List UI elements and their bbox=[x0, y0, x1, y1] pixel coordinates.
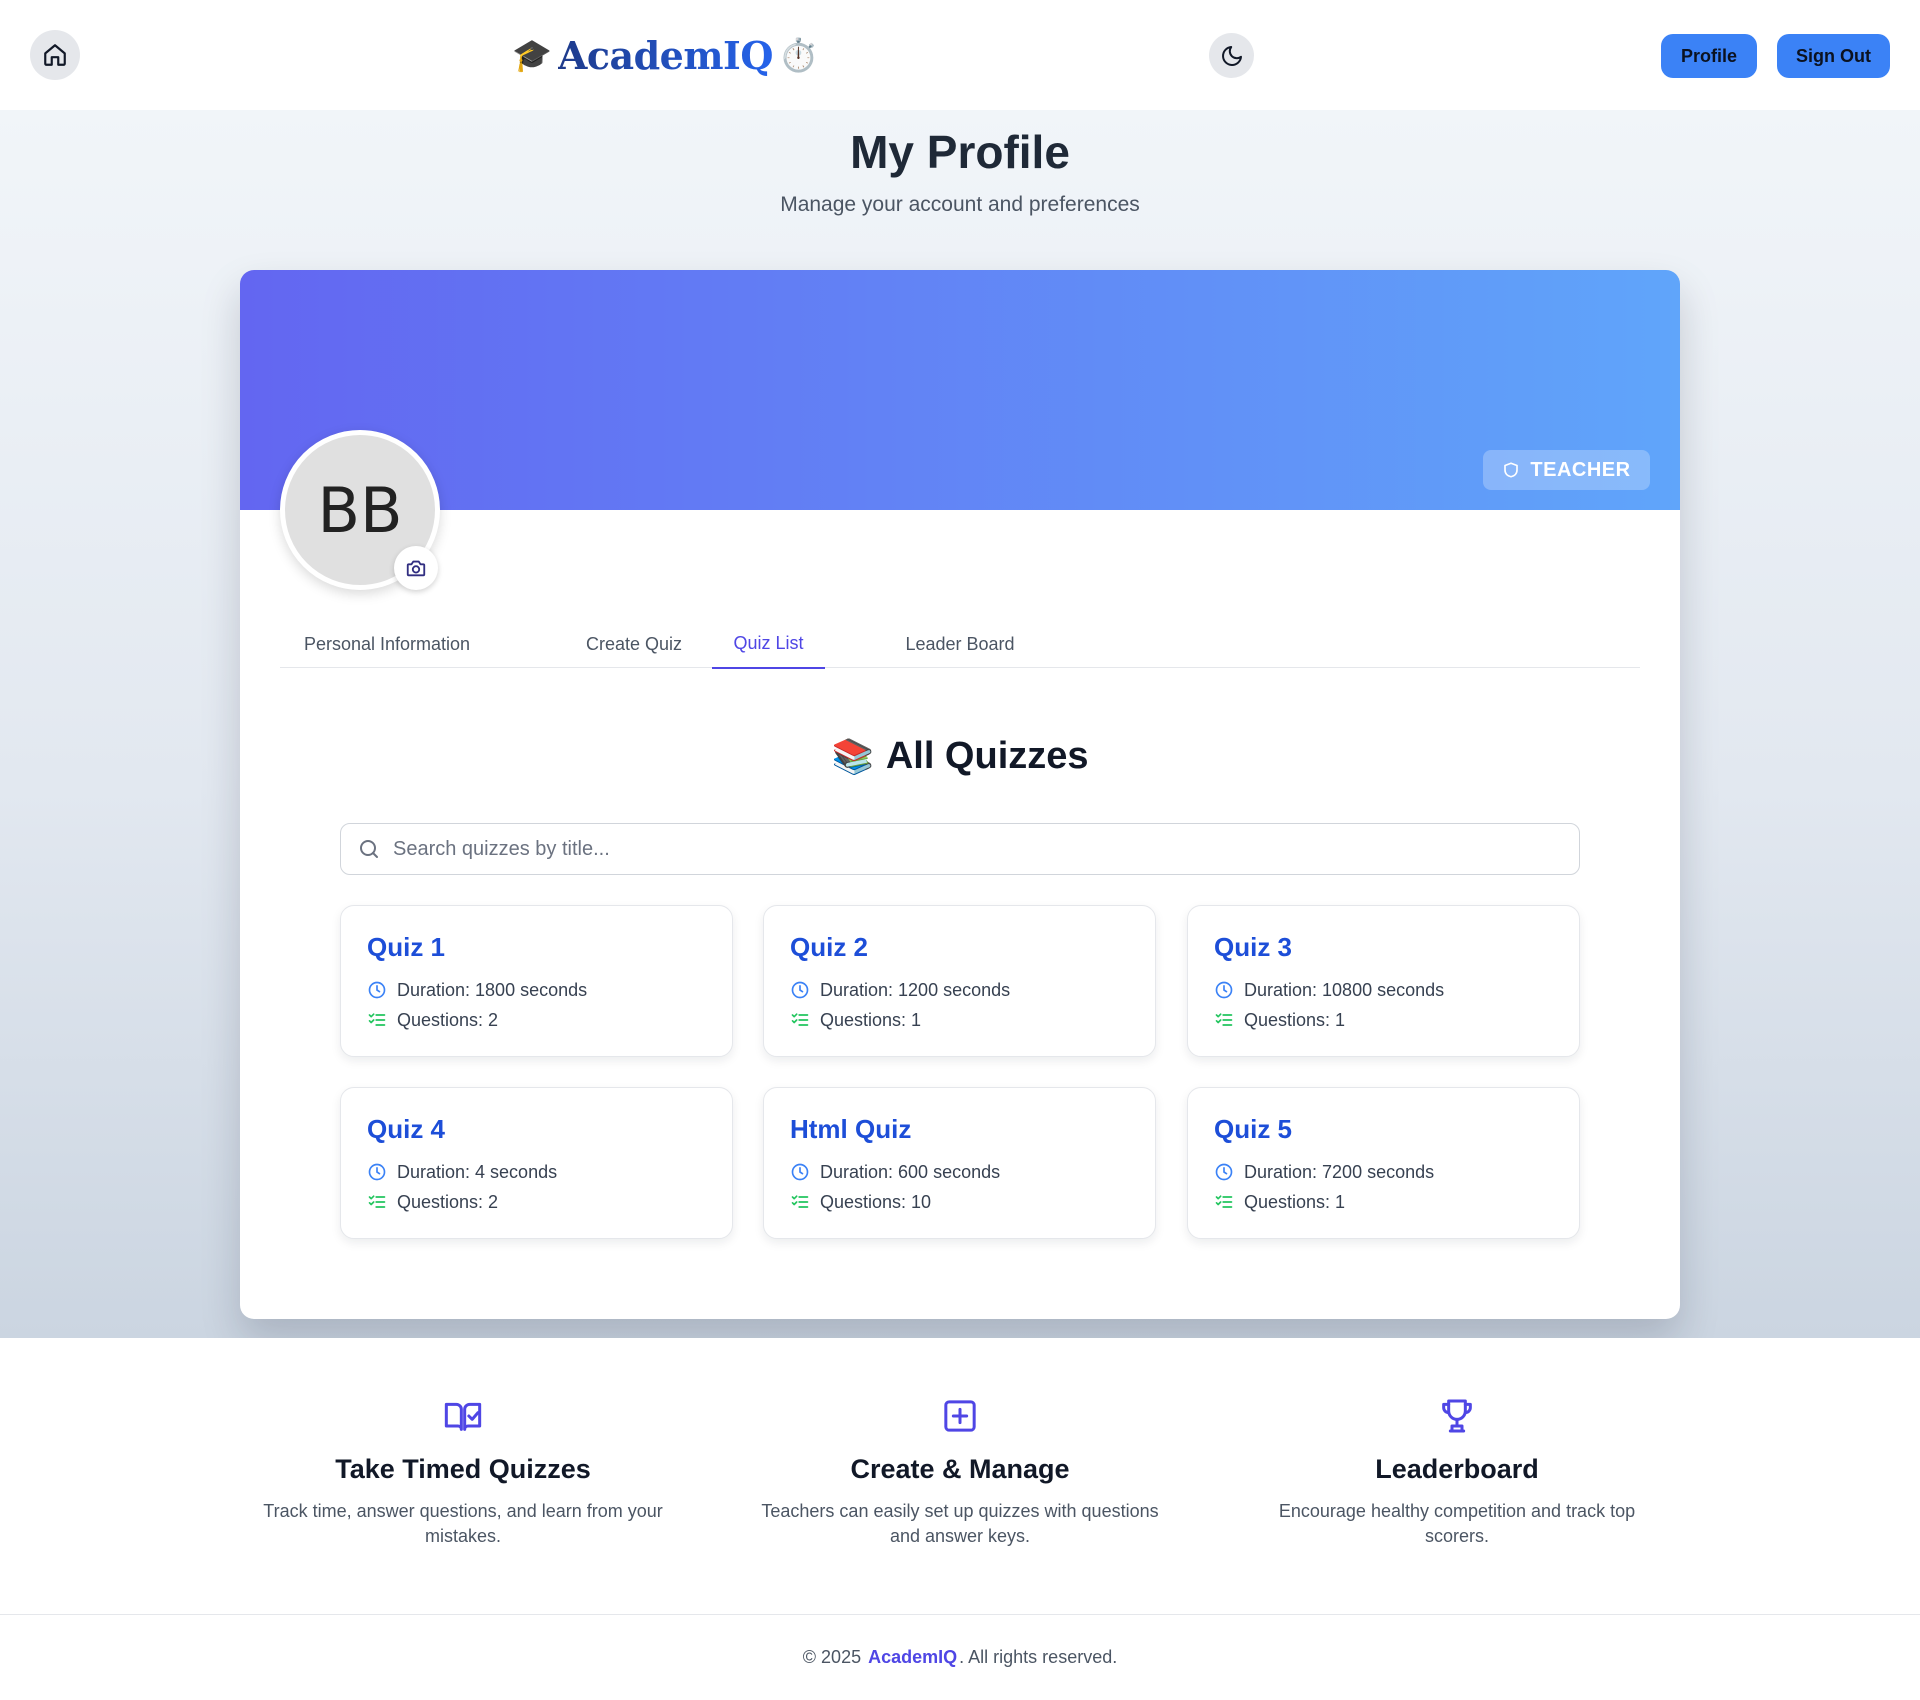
page-title: My Profile bbox=[850, 126, 1070, 178]
quiz-search-box[interactable] bbox=[340, 823, 1580, 875]
sign-out-button[interactable]: Sign Out bbox=[1777, 34, 1890, 78]
quiz-card[interactable]: Quiz 1 Duration: 1800 seconds Questions:… bbox=[340, 905, 733, 1057]
quiz-list-heading: 📚 All Quizzes bbox=[240, 735, 1680, 778]
quiz-questions: Questions: 10 bbox=[790, 1187, 1155, 1217]
quiz-questions: Questions: 1 bbox=[790, 1005, 1155, 1035]
feature-create-manage: Create & Manage Teachers can easily set … bbox=[740, 1396, 1180, 1549]
quiz-questions: Questions: 2 bbox=[367, 1005, 732, 1035]
quiz-duration-text: Duration: 7200 seconds bbox=[1244, 1161, 1435, 1182]
quiz-card[interactable]: Quiz 3 Duration: 10800 seconds Questions… bbox=[1187, 905, 1580, 1057]
feature-title: Take Timed Quizzes bbox=[335, 1454, 591, 1484]
profile-tabs: Personal Information Create Quiz Quiz Li… bbox=[280, 620, 1640, 669]
stopwatch-icon: ⏱️ bbox=[778, 37, 819, 73]
list-check-icon bbox=[791, 1013, 809, 1026]
moon-icon bbox=[1221, 45, 1242, 66]
quiz-title[interactable]: Html Quiz bbox=[790, 1114, 1155, 1145]
graduation-cap-icon: 🎓 bbox=[512, 37, 552, 73]
quiz-title[interactable]: Quiz 1 bbox=[367, 932, 732, 963]
footer-rights: . All rights reserved. bbox=[959, 1647, 1118, 1667]
clock-icon bbox=[1215, 981, 1233, 999]
quiz-questions-text: Questions: 2 bbox=[397, 1009, 499, 1030]
feature-description: Encourage healthy competition and track … bbox=[1278, 1501, 1636, 1546]
quiz-title[interactable]: Quiz 4 bbox=[367, 1114, 732, 1145]
tab-personal-information[interactable]: Personal Information bbox=[280, 620, 494, 668]
avatar-initials: BB bbox=[317, 473, 403, 547]
home-button[interactable] bbox=[30, 30, 80, 80]
list-check-icon bbox=[791, 1195, 809, 1208]
quiz-duration-text: Duration: 1800 seconds bbox=[397, 979, 588, 1000]
quiz-duration: Duration: 10800 seconds bbox=[1214, 975, 1579, 1005]
profile-card: TEACHER BB Personal Information Create Q… bbox=[240, 270, 1680, 1319]
quiz-duration: Duration: 600 seconds bbox=[790, 1157, 1155, 1187]
quiz-questions-text: Questions: 1 bbox=[1244, 1191, 1346, 1212]
feature-leaderboard: Leaderboard Encourage healthy competitio… bbox=[1237, 1396, 1677, 1549]
tab-leader-board[interactable]: Leader Board bbox=[885, 620, 1035, 668]
home-icon bbox=[44, 44, 66, 66]
role-label: TEACHER bbox=[1530, 458, 1631, 481]
theme-toggle-button[interactable] bbox=[1209, 33, 1254, 78]
plus-square-icon bbox=[944, 1400, 976, 1432]
quiz-title[interactable]: Quiz 3 bbox=[1214, 932, 1579, 963]
quiz-duration-text: Duration: 4 seconds bbox=[397, 1161, 558, 1182]
quiz-card[interactable]: Html Quiz Duration: 600 seconds Question… bbox=[763, 1087, 1156, 1239]
quiz-questions-text: Questions: 2 bbox=[397, 1191, 499, 1212]
clock-icon bbox=[1215, 1163, 1233, 1181]
list-check-icon bbox=[368, 1013, 386, 1026]
quiz-duration: Duration: 1800 seconds bbox=[367, 975, 732, 1005]
quiz-duration: Duration: 7200 seconds bbox=[1214, 1157, 1579, 1187]
quiz-questions: Questions: 1 bbox=[1214, 1005, 1579, 1035]
books-icon: 📚 bbox=[831, 738, 874, 776]
clock-icon bbox=[368, 981, 386, 999]
page-subtitle: Manage your account and preferences bbox=[780, 193, 1140, 216]
tab-create-quiz[interactable]: Create Quiz bbox=[554, 620, 714, 668]
change-avatar-button[interactable] bbox=[394, 546, 438, 590]
search-icon bbox=[360, 840, 378, 858]
quiz-questions-text: Questions: 1 bbox=[1244, 1009, 1346, 1030]
footer-copyright: © 2025 bbox=[802, 1647, 862, 1667]
feature-description: Track time, answer questions, and learn … bbox=[263, 1501, 663, 1546]
navbar: 🎓 AcademIQ ⏱️ Profile Sign Out bbox=[0, 0, 1920, 110]
quiz-duration-text: Duration: 1200 seconds bbox=[820, 979, 1011, 1000]
brand-logo[interactable]: 🎓 AcademIQ ⏱️ bbox=[512, 28, 819, 82]
tab-quiz-list[interactable]: Quiz List bbox=[712, 620, 825, 669]
book-check-icon bbox=[444, 1402, 482, 1431]
role-badge: TEACHER bbox=[1483, 450, 1650, 490]
profile-button[interactable]: Profile bbox=[1661, 34, 1757, 78]
trophy-icon bbox=[1442, 1399, 1472, 1433]
quiz-title[interactable]: Quiz 2 bbox=[790, 932, 1155, 963]
quiz-duration: Duration: 4 seconds bbox=[367, 1157, 732, 1187]
quiz-list-title: All Quizzes bbox=[885, 735, 1089, 777]
quiz-duration: Duration: 1200 seconds bbox=[790, 975, 1155, 1005]
quiz-title[interactable]: Quiz 5 bbox=[1214, 1114, 1579, 1145]
profile-banner bbox=[240, 270, 1680, 510]
clock-icon bbox=[791, 1163, 809, 1181]
camera-icon bbox=[406, 560, 426, 577]
list-check-icon bbox=[1215, 1013, 1233, 1026]
list-check-icon bbox=[368, 1195, 386, 1208]
quiz-duration-text: Duration: 600 seconds bbox=[820, 1161, 1001, 1182]
quiz-duration-text: Duration: 10800 seconds bbox=[1244, 979, 1445, 1000]
quiz-questions: Questions: 1 bbox=[1214, 1187, 1579, 1217]
feature-take-timed-quizzes: Take Timed Quizzes Track time, answer qu… bbox=[243, 1396, 683, 1549]
feature-description: Teachers can easily set up quizzes with … bbox=[761, 1501, 1159, 1546]
quiz-card[interactable]: Quiz 5 Duration: 7200 seconds Questions:… bbox=[1187, 1087, 1580, 1239]
quiz-questions-text: Questions: 10 bbox=[820, 1191, 932, 1212]
feature-title: Leaderboard bbox=[1375, 1454, 1539, 1484]
search-input[interactable] bbox=[393, 837, 1579, 861]
quiz-card[interactable]: Quiz 4 Duration: 4 seconds Questions: 2 bbox=[340, 1087, 733, 1239]
features-section: Take Timed Quizzes Track time, answer qu… bbox=[0, 1338, 1920, 1615]
shield-icon bbox=[1504, 462, 1519, 478]
quiz-questions: Questions: 2 bbox=[367, 1187, 732, 1217]
brand-name: AcademIQ bbox=[557, 32, 774, 78]
clock-icon bbox=[368, 1163, 386, 1181]
clock-icon bbox=[791, 981, 809, 999]
quiz-questions-text: Questions: 1 bbox=[820, 1009, 922, 1030]
footer-brand-link[interactable]: AcademIQ bbox=[868, 1647, 957, 1668]
quiz-card[interactable]: Quiz 2 Duration: 1200 seconds Questions:… bbox=[763, 905, 1156, 1057]
list-check-icon bbox=[1215, 1195, 1233, 1208]
feature-title: Create & Manage bbox=[850, 1454, 1070, 1484]
footer: © 2025 AcademIQ. All rights reserved. bbox=[0, 1615, 1920, 1700]
